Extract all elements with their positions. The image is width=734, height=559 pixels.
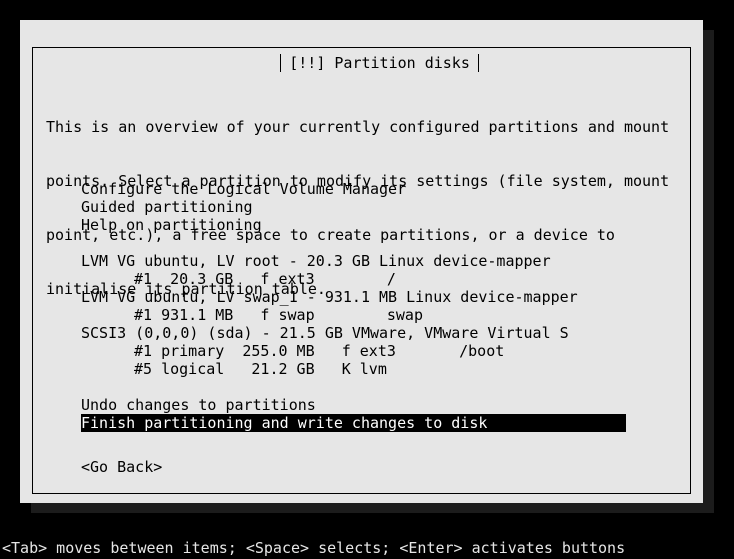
partition-sda-5[interactable]: #5 logical 21.2 GB K lvm [46, 360, 686, 378]
menu-item-help-partitioning[interactable]: Help on partitioning [46, 216, 686, 234]
menu-item-guided-partitioning[interactable]: Guided partitioning [46, 198, 686, 216]
intro-line: This is an overview of your currently co… [46, 118, 670, 136]
help-bar: <Tab> moves between items; <Space> selec… [2, 539, 626, 557]
menu-item-undo-changes[interactable]: Undo changes to partitions [46, 396, 686, 414]
partition-lvm-root-1[interactable]: #1 20.3 GB f ext3 / [46, 270, 686, 288]
menu-spacer [46, 378, 686, 396]
partition-lvm-swap-1[interactable]: #1 931.1 MB f swap swap [46, 306, 686, 324]
device-lvm-swap[interactable]: LVM VG ubuntu, LV swap_1 - 931.1 MB Linu… [46, 288, 686, 306]
dialog-title: [!!] Partition disks [280, 54, 479, 72]
menu-spacer [46, 234, 686, 252]
device-lvm-root[interactable]: LVM VG ubuntu, LV root - 20.3 GB Linux d… [46, 252, 686, 270]
go-back-button[interactable]: <Go Back> [81, 458, 162, 476]
partition-menu: Configure the Logical Volume Manager Gui… [46, 180, 686, 432]
menu-item-configure-lvm[interactable]: Configure the Logical Volume Manager [46, 180, 686, 198]
partition-sda-1[interactable]: #1 primary 255.0 MB f ext3 /boot [46, 342, 686, 360]
partition-dialog: [!!] Partition disks This is an overview… [20, 20, 703, 503]
device-sda[interactable]: SCSI3 (0,0,0) (sda) - 21.5 GB VMware, VM… [46, 324, 686, 342]
menu-item-finish-partitioning[interactable]: Finish partitioning and write changes to… [81, 414, 626, 432]
